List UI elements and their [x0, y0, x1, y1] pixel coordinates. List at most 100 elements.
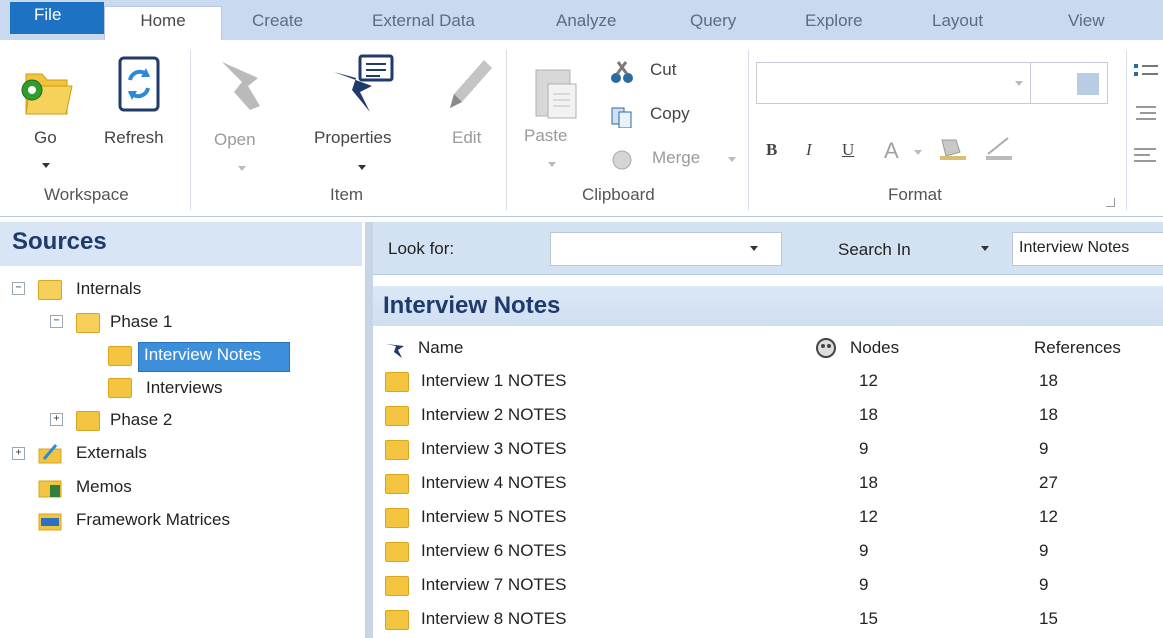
row-nodes: 9: [859, 439, 869, 458]
row-nodes: 9: [859, 541, 869, 560]
row-name: Interview 1 NOTES: [421, 371, 567, 390]
row-name: Interview 3 NOTES: [421, 439, 567, 458]
interview-notes-folder-icon: [108, 346, 132, 366]
look-for-input[interactable]: [550, 232, 782, 266]
font-family-select[interactable]: [756, 62, 1032, 104]
font-size-select[interactable]: [1030, 62, 1108, 104]
interviews-folder-icon: [108, 378, 132, 398]
highlight-button[interactable]: [936, 134, 970, 162]
column-header-references[interactable]: References: [1034, 338, 1121, 358]
document-folder-icon: [385, 610, 409, 630]
row-name: Interview 4 NOTES: [421, 473, 567, 492]
document-folder-icon: [385, 372, 409, 392]
row-name: Interview 6 NOTES: [421, 541, 567, 560]
tab-view[interactable]: View: [1068, 8, 1105, 34]
properties-button[interactable]: [330, 52, 396, 116]
group-divider: [190, 50, 191, 210]
table-row[interactable]: Interview 5 NOTES 12 12: [373, 500, 1163, 534]
tree-item-externals[interactable]: Externals: [76, 443, 147, 463]
refresh-button[interactable]: [116, 54, 162, 116]
table-row[interactable]: Interview 6 NOTES 9 9: [373, 534, 1163, 568]
row-name: Interview 7 NOTES: [421, 575, 567, 594]
column-header-name[interactable]: Name: [418, 338, 463, 358]
group-divider: [748, 50, 749, 210]
go-button[interactable]: [16, 60, 74, 118]
pencil-icon: [450, 60, 492, 108]
tab-create[interactable]: Create: [252, 8, 303, 34]
folder-go-icon: [21, 73, 73, 115]
edit-button[interactable]: [440, 56, 496, 116]
row-nodes: 12: [859, 507, 878, 526]
font-size-dropdown-icon[interactable]: [1077, 73, 1099, 95]
paragraph-buttons[interactable]: [1132, 60, 1160, 170]
search-in-field[interactable]: Interview Notes: [1012, 232, 1163, 266]
tree-item-phase-2[interactable]: Phase 2: [110, 410, 172, 430]
italic-button[interactable]: I: [806, 140, 812, 160]
column-header-nodes[interactable]: Nodes: [850, 338, 899, 358]
tree-item-interview-notes[interactable]: Interview Notes: [144, 345, 261, 365]
expand-externals-icon[interactable]: +: [12, 447, 25, 460]
copy-label: Copy: [650, 104, 690, 123]
tree-item-framework-matrices[interactable]: Framework Matrices: [76, 510, 230, 530]
tree-item-interviews[interactable]: Interviews: [146, 378, 223, 398]
tab-explore[interactable]: Explore: [805, 8, 863, 34]
tree-item-memos[interactable]: Memos: [76, 477, 132, 497]
bold-button[interactable]: B: [766, 140, 777, 160]
font-family-dropdown-icon[interactable]: [1015, 81, 1023, 86]
copy-button[interactable]: Copy: [610, 104, 720, 128]
properties-dropdown-icon[interactable]: [358, 165, 366, 170]
table-row[interactable]: Interview 7 NOTES 9 9: [373, 568, 1163, 602]
look-for-dropdown-icon[interactable]: [750, 246, 758, 251]
table-row[interactable]: Interview 3 NOTES 9 9: [373, 432, 1163, 466]
tab-home[interactable]: Home: [104, 6, 222, 40]
tree-item-internals[interactable]: Internals: [76, 279, 141, 299]
open-label: Open: [214, 130, 256, 149]
merge-button[interactable]: Merge: [610, 148, 740, 172]
row-nodes: 18: [859, 473, 878, 492]
open-button[interactable]: [214, 56, 270, 116]
cut-label: Cut: [650, 60, 677, 79]
font-color-button[interactable]: A: [884, 138, 899, 164]
expand-phase2-icon[interactable]: +: [50, 413, 63, 426]
look-for-label: Look for:: [388, 239, 455, 258]
merge-dropdown-icon[interactable]: [728, 157, 736, 162]
font-color-dropdown-icon[interactable]: [914, 150, 922, 155]
tab-file[interactable]: File: [10, 2, 104, 34]
table-row[interactable]: Interview 1 NOTES 12 18: [373, 364, 1163, 398]
table-row[interactable]: Interview 8 NOTES 15 15: [373, 602, 1163, 636]
table-row[interactable]: Interview 4 NOTES 18 27: [373, 466, 1163, 500]
refresh-label: Refresh: [104, 128, 164, 147]
tab-analyze[interactable]: Analyze: [556, 8, 616, 34]
search-in-label[interactable]: Search In: [838, 240, 911, 260]
row-references: 18: [1039, 405, 1058, 424]
tab-query[interactable]: Query: [690, 8, 736, 34]
internals-folder-icon: [38, 280, 62, 300]
search-in-value: Interview Notes: [1019, 239, 1130, 256]
tab-external-data[interactable]: External Data: [372, 8, 475, 34]
properties-label: Properties: [314, 128, 392, 147]
collapse-phase1-icon[interactable]: −: [50, 315, 63, 328]
open-dropdown-icon[interactable]: [238, 166, 246, 171]
externals-icon: [38, 443, 64, 465]
line-color-button[interactable]: [984, 134, 1014, 162]
underline-button[interactable]: U: [842, 140, 854, 160]
cut-button[interactable]: Cut: [610, 60, 720, 84]
panel-splitter[interactable]: [365, 222, 373, 638]
go-dropdown-icon[interactable]: [42, 163, 50, 168]
table-row[interactable]: Interview 2 NOTES 18 18: [373, 398, 1163, 432]
document-folder-icon: [385, 406, 409, 426]
document-folder-icon: [385, 542, 409, 562]
tree-item-phase-1[interactable]: Phase 1: [110, 312, 172, 332]
paste-dropdown-icon[interactable]: [548, 162, 556, 167]
search-in-dropdown-icon[interactable]: [981, 246, 989, 251]
group-divider: [506, 50, 507, 210]
document-folder-icon: [385, 440, 409, 460]
tab-layout[interactable]: Layout: [932, 8, 983, 34]
format-dialog-launcher-icon[interactable]: [1106, 198, 1115, 207]
row-nodes: 15: [859, 609, 878, 628]
document-folder-icon: [385, 576, 409, 596]
row-references: 18: [1039, 371, 1058, 390]
collapse-internals-icon[interactable]: −: [12, 282, 25, 295]
paint-bucket-icon: [940, 139, 966, 160]
paste-button[interactable]: [530, 62, 580, 122]
